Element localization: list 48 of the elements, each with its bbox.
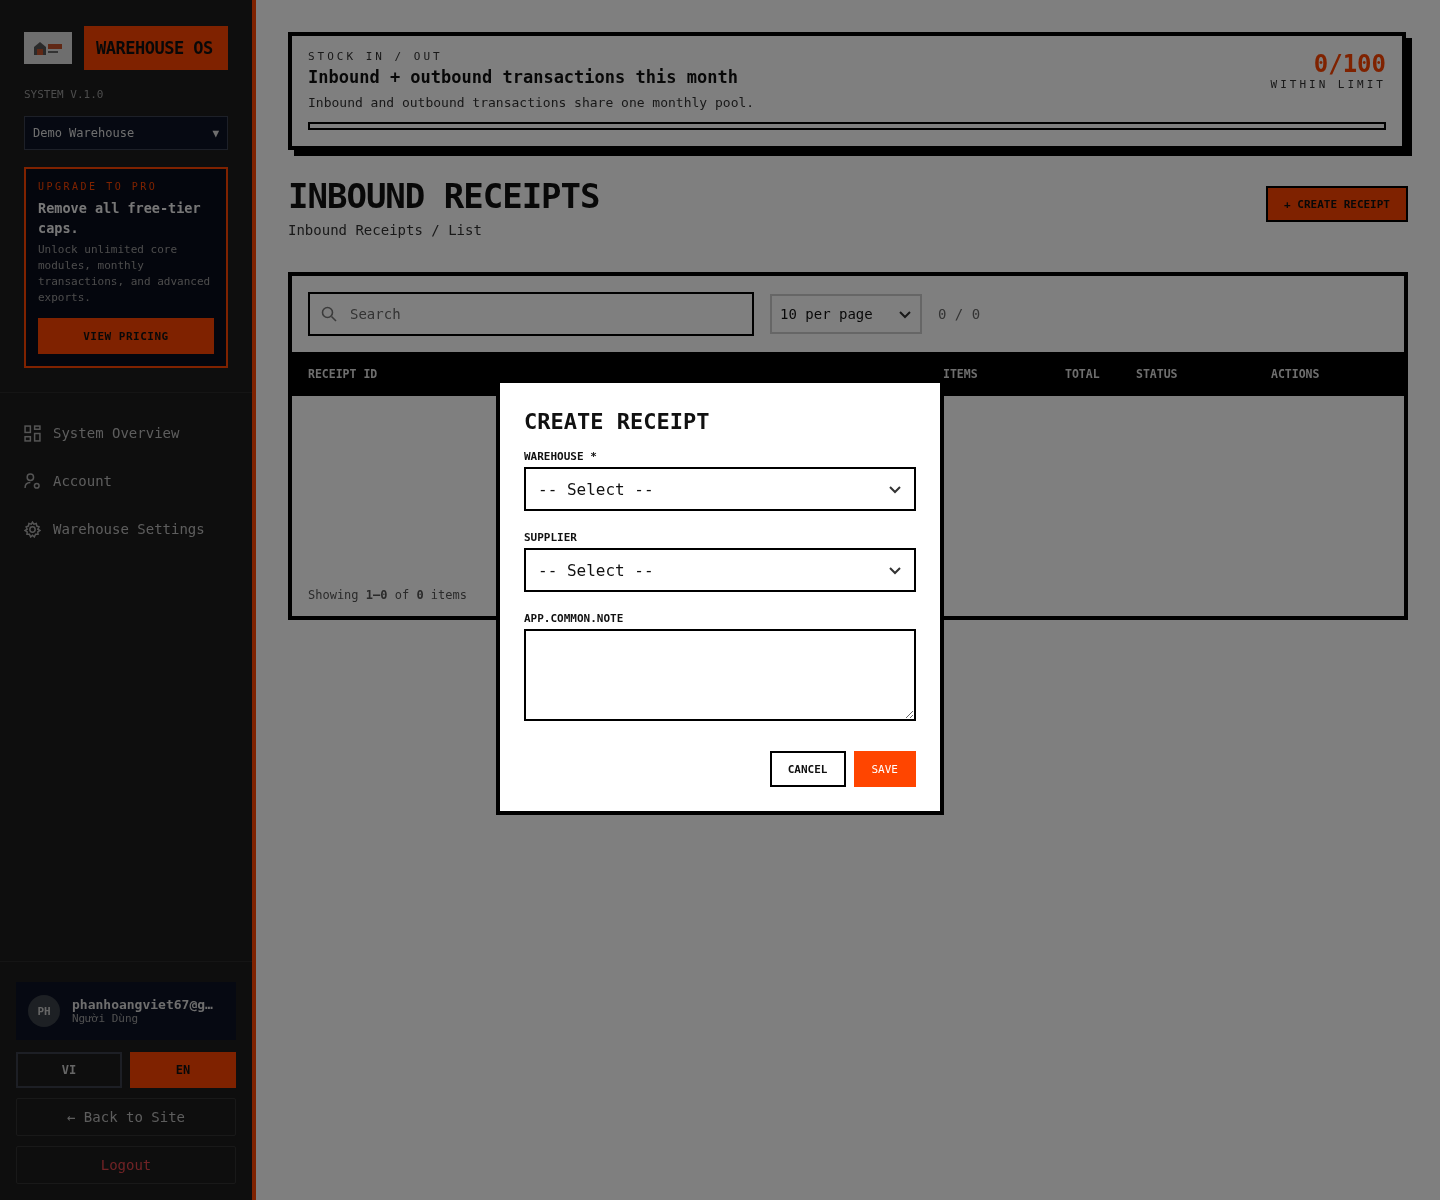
- user-gear-icon: [24, 472, 41, 490]
- language-button[interactable]: EN: [130, 1052, 236, 1088]
- view-pricing-button[interactable]: VIEW PRICING: [38, 318, 214, 354]
- upgrade-eyebrow: UPGRADE TO PRO: [38, 181, 159, 192]
- user-email: phanhoangviet67@g…: [72, 997, 213, 1012]
- upgrade-description: Unlock unlimited core modules, monthly transactions, and advanced exports.: [38, 242, 212, 306]
- search-icon: [321, 306, 337, 322]
- search-field[interactable]: Search: [308, 292, 754, 336]
- note-field[interactable]: [524, 629, 916, 721]
- dialog-title: CREATE RECEIPT: [524, 409, 711, 434]
- nav-item[interactable]: Warehouse Settings: [0, 511, 252, 547]
- back-to-site-button[interactable]: ← Back to Site: [16, 1098, 236, 1136]
- column-header: ACTIONS: [1271, 367, 1321, 381]
- quota-title: Inbound + outbound transactions this month: [308, 67, 739, 87]
- save-button[interactable]: SAVE: [853, 751, 916, 787]
- select-field[interactable]: -- Select --: [524, 467, 916, 511]
- user-role: Người Dùng: [72, 1012, 140, 1025]
- pager-count: 0 / 0: [938, 306, 981, 322]
- gear-icon: [24, 520, 41, 538]
- breadcrumb: Inbound Receipts / List: [288, 222, 483, 238]
- cancel-button[interactable]: CANCEL: [769, 751, 846, 787]
- warehouse-select[interactable]: Demo Warehouse ▼: [24, 116, 228, 150]
- select-field[interactable]: -- Select --: [524, 548, 916, 592]
- quota-status: WITHIN LIMIT: [1270, 78, 1386, 91]
- column-header: RECEIPT ID: [308, 367, 379, 381]
- quota-description: Inbound and outbound transactions share one monthly pool.: [308, 95, 755, 110]
- nav-item[interactable]: System Overview: [0, 415, 252, 451]
- column-header: STATUS: [1136, 367, 1179, 381]
- version-label: SYSTEM V.1.0: [24, 88, 105, 101]
- field-label: SUPPLIER: [524, 531, 578, 544]
- brand-title: WAREHOUSE OS: [84, 26, 228, 70]
- grid-icon: [24, 424, 41, 442]
- avatar: PH: [28, 995, 60, 1027]
- quota-count: 0/100: [1313, 50, 1386, 78]
- page-title: INBOUND RECEIPTS: [288, 176, 600, 216]
- logout-button[interactable]: Logout: [16, 1146, 236, 1184]
- upgrade-title: Remove all free-tier caps.: [38, 199, 202, 238]
- nav-item[interactable]: Account: [0, 463, 252, 499]
- page-size-select[interactable]: 10 per page: [770, 294, 922, 334]
- column-header: TOTAL: [1065, 367, 1101, 381]
- field-label: APP.COMMON.NOTE: [524, 612, 625, 625]
- language-button[interactable]: VI: [16, 1052, 122, 1088]
- column-header: ITEMS: [943, 367, 979, 381]
- quota-eyebrow: STOCK IN / OUT: [308, 50, 444, 63]
- table-footer-text: Showing 1–0 of 0 items: [308, 588, 467, 602]
- field-label: WAREHOUSE *: [524, 450, 598, 463]
- create-receipt-button[interactable]: + CREATE RECEIPT: [1266, 186, 1408, 222]
- logo-icon: [24, 32, 72, 64]
